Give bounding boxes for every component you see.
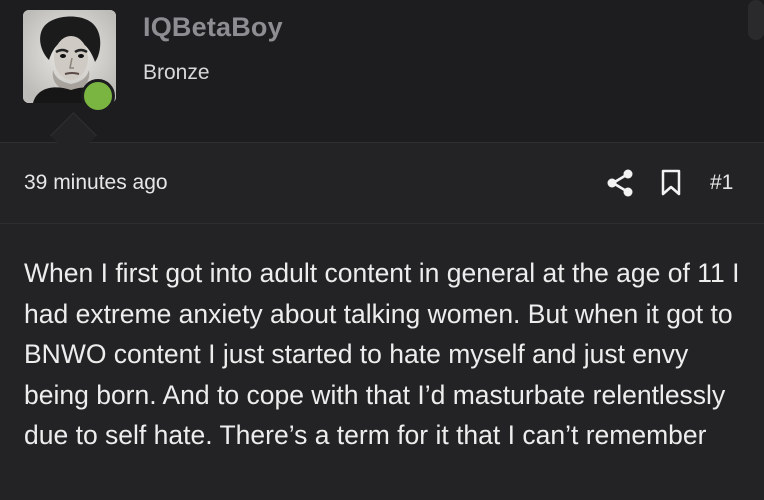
post-author-header: IQBetaBoy Bronze — [0, 0, 764, 142]
scrollbar-thumb[interactable] — [748, 0, 764, 40]
thread-page: IQBetaBoy Bronze 39 minutes ago #1 When … — [0, 0, 764, 500]
post-timestamp[interactable]: 39 minutes ago — [24, 171, 168, 195]
online-status-indicator — [81, 79, 115, 113]
post-body-text: When I first got into adult content in g… — [24, 258, 740, 450]
post-number-link[interactable]: #1 — [710, 171, 733, 195]
author-username[interactable]: IQBetaBoy — [143, 12, 283, 43]
post-meta-bar: 39 minutes ago #1 — [0, 143, 764, 224]
share-icon[interactable] — [605, 168, 635, 198]
post-card: 39 minutes ago #1 When I first got into … — [0, 142, 764, 500]
author-rank: Bronze — [143, 61, 210, 84]
bookmark-icon[interactable] — [659, 168, 683, 198]
